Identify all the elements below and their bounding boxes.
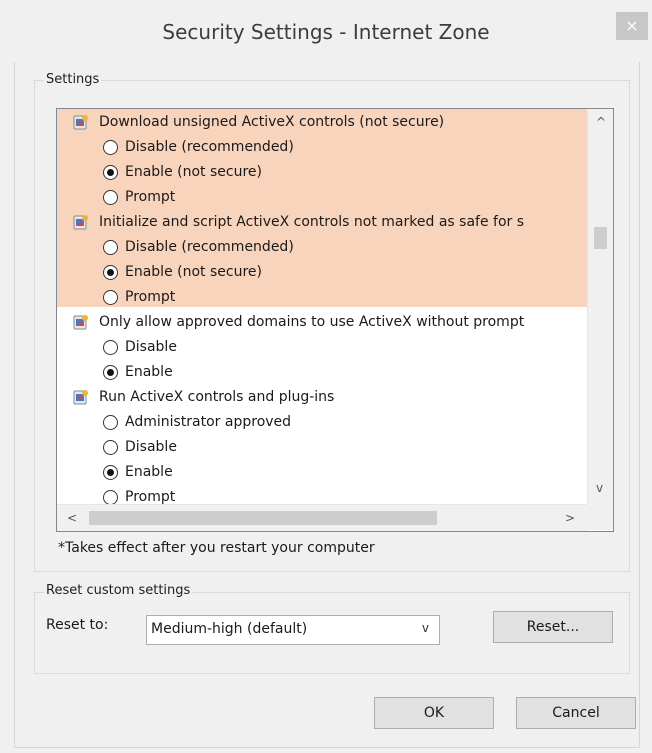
scrollbar-corner — [587, 504, 613, 530]
setting-header: Run ActiveX controls and plug-ins — [73, 386, 335, 408]
cancel-button[interactable]: Cancel — [516, 697, 636, 729]
scroll-down-icon[interactable]: v — [596, 481, 603, 495]
setting-label: Enable (not secure) — [125, 164, 262, 180]
radio-unchecked-icon[interactable] — [103, 415, 118, 430]
setting-label: Only allow approved domains to use Activ… — [99, 314, 525, 330]
setting-option[interactable]: Enable (not secure) — [103, 161, 262, 183]
setting-label: Enable — [125, 364, 173, 380]
close-button[interactable]: × — [616, 12, 648, 40]
scroll-up-icon[interactable]: ^ — [596, 115, 606, 129]
setting-label: Enable — [125, 464, 173, 480]
radio-unchecked-icon[interactable] — [103, 440, 118, 455]
radio-checked-icon[interactable] — [103, 265, 118, 280]
chevron-down-icon: v — [421, 621, 429, 635]
setting-option[interactable]: Prompt — [103, 286, 176, 308]
radio-unchecked-icon[interactable] — [103, 140, 118, 155]
setting-option[interactable]: Disable — [103, 436, 177, 458]
setting-label: Disable (recommended) — [125, 139, 294, 155]
reset-group-label: Reset custom settings — [44, 583, 193, 598]
reset-level-select[interactable]: Medium-high (default) v — [146, 615, 440, 645]
setting-option[interactable]: Disable (recommended) — [103, 136, 294, 158]
activex-settings-icon — [73, 315, 88, 330]
radio-unchecked-icon[interactable] — [103, 340, 118, 355]
reset-button[interactable]: Reset... — [493, 611, 613, 643]
setting-option[interactable]: Administrator approved — [103, 411, 292, 433]
horizontal-scroll-thumb[interactable] — [89, 511, 437, 525]
reset-to-label: Reset to: — [46, 617, 109, 633]
setting-header: Initialize and script ActiveX controls n… — [73, 211, 525, 233]
settings-list[interactable]: Download unsigned ActiveX controls (not … — [56, 108, 614, 532]
setting-label: Prompt — [125, 289, 176, 305]
settings-group-label: Settings — [44, 72, 102, 87]
setting-option[interactable]: Disable — [103, 336, 177, 358]
vertical-scrollbar[interactable]: ^ v — [587, 109, 613, 504]
setting-label: Disable — [125, 339, 177, 355]
restart-note: *Takes effect after you restart your com… — [58, 540, 375, 556]
security-settings-dialog: Security Settings - Internet Zone × Sett… — [0, 0, 652, 753]
setting-label: Enable (not secure) — [125, 264, 262, 280]
setting-option[interactable]: Enable — [103, 461, 173, 483]
radio-unchecked-icon[interactable] — [103, 490, 118, 505]
setting-header: Download unsigned ActiveX controls (not … — [73, 111, 445, 133]
setting-label: Disable — [125, 439, 177, 455]
radio-checked-icon[interactable] — [103, 465, 118, 480]
setting-option[interactable]: Enable (not secure) — [103, 261, 262, 283]
activex-settings-icon — [73, 115, 88, 130]
setting-option[interactable]: Enable — [103, 361, 173, 383]
radio-checked-icon[interactable] — [103, 365, 118, 380]
setting-label: Run ActiveX controls and plug-ins — [99, 389, 335, 405]
scroll-right-icon[interactable]: > — [565, 511, 575, 525]
setting-label: Disable (recommended) — [125, 239, 294, 255]
setting-label: Prompt — [125, 189, 176, 205]
setting-option[interactable]: Prompt — [103, 186, 176, 208]
dialog-title: Security Settings - Internet Zone — [162, 20, 490, 44]
radio-unchecked-icon[interactable] — [103, 240, 118, 255]
scroll-left-icon[interactable]: < — [67, 511, 77, 525]
horizontal-scrollbar[interactable]: < > — [57, 504, 587, 531]
reset-level-value: Medium-high (default) — [151, 621, 308, 637]
radio-checked-icon[interactable] — [103, 165, 118, 180]
vertical-scroll-thumb[interactable] — [594, 227, 607, 249]
setting-label: Download unsigned ActiveX controls (not … — [99, 114, 445, 130]
setting-header: Only allow approved domains to use Activ… — [73, 311, 525, 333]
activex-settings-icon — [73, 390, 88, 405]
ok-button[interactable]: OK — [374, 697, 494, 729]
radio-unchecked-icon[interactable] — [103, 290, 118, 305]
setting-label: Initialize and script ActiveX controls n… — [99, 214, 525, 230]
setting-label: Prompt — [125, 489, 176, 505]
title-bar: Security Settings - Internet Zone × — [0, 0, 652, 66]
activex-settings-icon — [73, 215, 88, 230]
setting-label: Administrator approved — [125, 414, 292, 430]
radio-unchecked-icon[interactable] — [103, 190, 118, 205]
setting-option[interactable]: Disable (recommended) — [103, 236, 294, 258]
